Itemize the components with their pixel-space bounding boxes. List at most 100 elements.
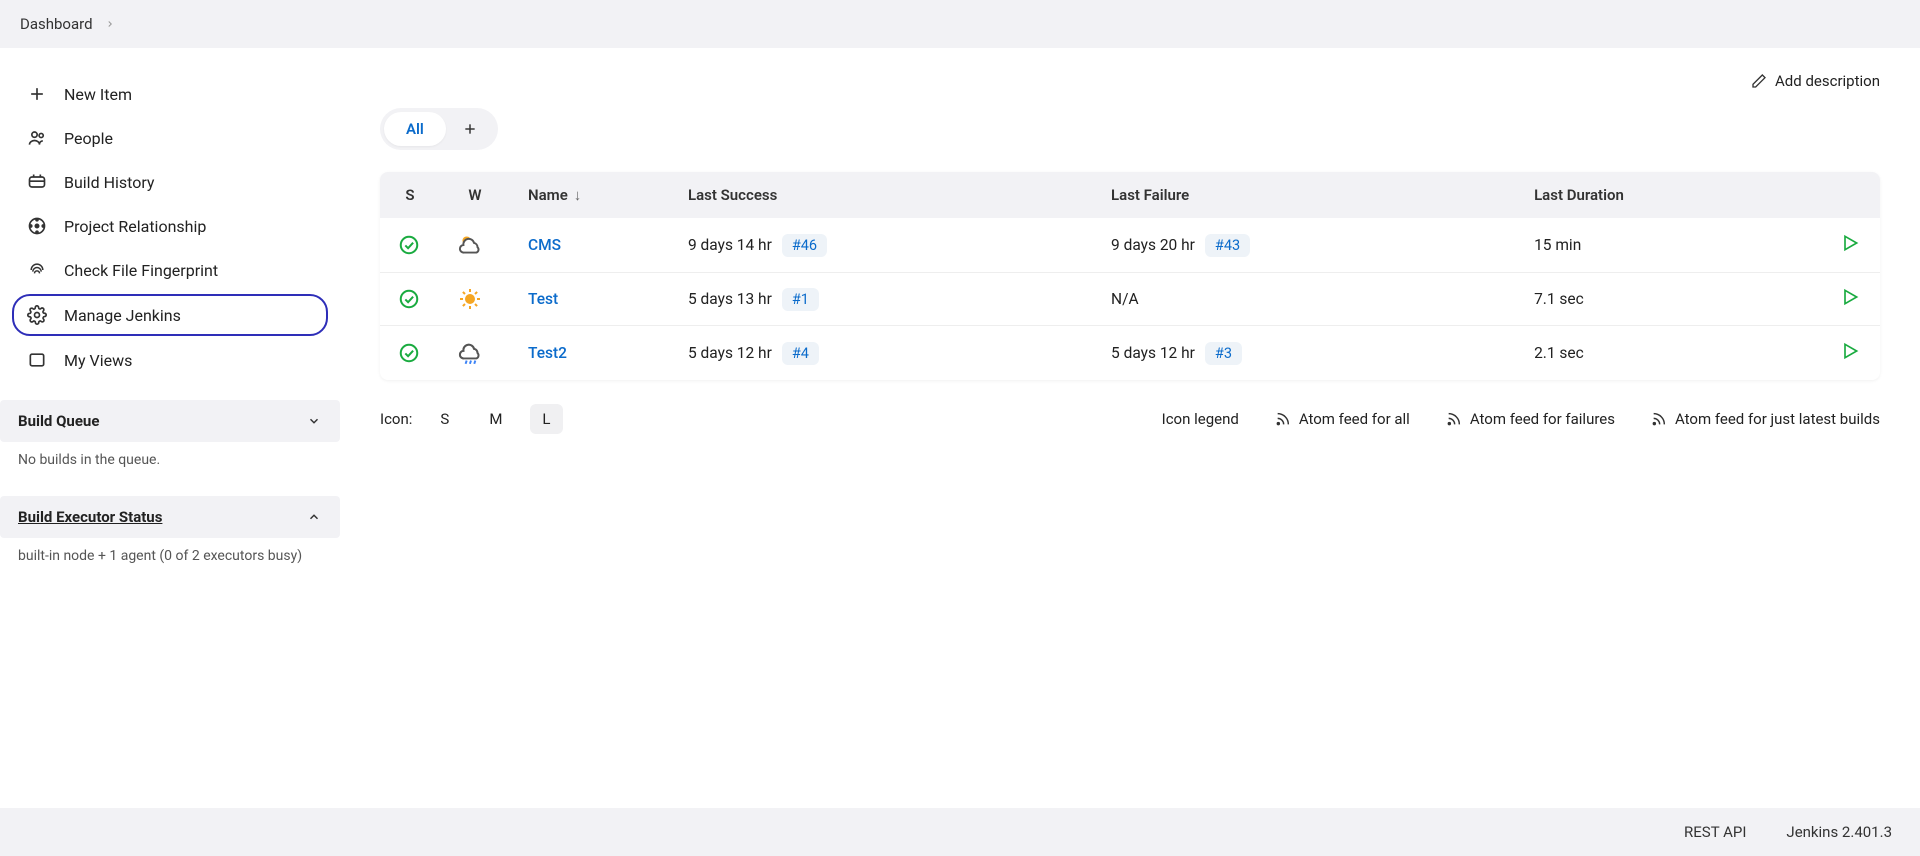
th-last-duration[interactable]: Last Duration (1516, 172, 1820, 218)
weather-partly-cloudy-icon (458, 232, 492, 258)
table-row: Test2 5 days 12 hr #4 5 days 12 hr #3 2.1 … (380, 326, 1880, 380)
table-row: CMS 9 days 14 hr #46 9 days 20 hr #43 15 m… (380, 218, 1880, 273)
sidebar: New Item People Build History Project Re… (0, 48, 340, 808)
icon-size-label: Icon: (380, 410, 412, 428)
main-content: Add description All S W Name↓ Last Succe… (340, 48, 1920, 808)
table-row: Test 5 days 13 hr #1 N/A 7.1 sec (380, 273, 1880, 326)
th-status[interactable]: S (380, 172, 440, 218)
sidebar-item-label: New Item (64, 85, 132, 104)
plus-icon (462, 121, 478, 137)
sidebar-item-check-fingerprint[interactable]: Check File Fingerprint (12, 248, 328, 292)
history-icon (26, 171, 48, 193)
th-last-success[interactable]: Last Success (670, 172, 1093, 218)
th-name[interactable]: Name↓ (510, 172, 670, 218)
sidebar-item-project-relationship[interactable]: Project Relationship (12, 204, 328, 248)
last-failure-badge[interactable]: #43 (1205, 234, 1250, 257)
duration: 15 min (1534, 236, 1581, 254)
add-description-link[interactable]: Add description (1751, 72, 1880, 90)
job-name-link[interactable]: Test2 (528, 344, 567, 362)
weather-rainy-icon (458, 340, 492, 366)
icon-size-s[interactable]: S (428, 404, 461, 434)
edit-icon (1751, 73, 1767, 89)
chevron-right-icon (105, 19, 115, 29)
feed-label: Atom feed for all (1299, 410, 1410, 428)
sort-arrow-icon: ↓ (574, 186, 582, 204)
panel-title: Build Queue (18, 412, 99, 430)
status-success-icon (398, 288, 422, 310)
status-success-icon (398, 234, 422, 256)
build-queue-header[interactable]: Build Queue (0, 400, 340, 442)
th-last-failure[interactable]: Last Failure (1093, 172, 1516, 218)
panel-title: Build Executor Status (18, 508, 162, 526)
sidebar-item-label: Manage Jenkins (64, 306, 181, 325)
tab-all[interactable]: All (384, 112, 446, 146)
th-actions (1820, 172, 1880, 218)
executor-status-panel: Build Executor Status built-in node + 1 … (0, 496, 340, 574)
view-tabs: All (380, 108, 498, 150)
icon-legend-label: Icon legend (1162, 410, 1239, 428)
job-table: S W Name↓ Last Success Last Failure Last… (380, 172, 1880, 380)
executor-status-body: built-in node + 1 agent (0 of 2 executor… (0, 538, 340, 574)
last-failure-time: 5 days 12 hr (1111, 344, 1195, 362)
job-name-link[interactable]: Test (528, 290, 558, 308)
sidebar-item-manage-jenkins[interactable]: Manage Jenkins (12, 294, 328, 336)
sidebar-item-new-item[interactable]: New Item (12, 72, 328, 116)
last-success-time: 9 days 14 hr (688, 236, 772, 254)
chevron-up-icon (306, 509, 322, 525)
executor-status-header[interactable]: Build Executor Status (0, 496, 340, 538)
chevron-down-icon (306, 413, 322, 429)
gear-icon (26, 304, 48, 326)
add-description-label: Add description (1775, 72, 1880, 90)
views-icon (26, 349, 48, 371)
schedule-build-button[interactable] (1840, 233, 1860, 253)
build-queue-panel: Build Queue No builds in the queue. (0, 400, 340, 478)
last-failure-time: N/A (1111, 290, 1139, 308)
last-success-time: 5 days 12 hr (688, 344, 772, 362)
icon-size-m[interactable]: M (477, 404, 514, 434)
status-success-icon (398, 342, 422, 364)
duration: 7.1 sec (1534, 290, 1584, 308)
feed-label: Atom feed for just latest builds (1675, 410, 1880, 428)
last-failure-time: 9 days 20 hr (1111, 236, 1195, 254)
tab-add-view[interactable] (446, 113, 494, 145)
weather-sunny-icon (458, 287, 492, 311)
last-success-badge[interactable]: #4 (782, 342, 819, 365)
page-footer: REST API Jenkins 2.401.3 (0, 808, 1920, 856)
atom-feed-latest[interactable]: Atom feed for just latest builds (1651, 410, 1880, 428)
duration: 2.1 sec (1534, 344, 1584, 362)
rss-icon (1446, 411, 1462, 427)
build-queue-body: No builds in the queue. (0, 442, 340, 478)
breadcrumb-root[interactable]: Dashboard (20, 15, 93, 33)
rss-icon (1651, 411, 1667, 427)
table-footer: Icon: S M L Icon legend Atom feed for al… (380, 404, 1880, 434)
sidebar-item-label: Project Relationship (64, 217, 206, 236)
people-icon (26, 127, 48, 149)
sidebar-item-label: People (64, 129, 113, 148)
schedule-build-button[interactable] (1840, 287, 1860, 307)
job-name-link[interactable]: CMS (528, 236, 561, 254)
icon-size-l[interactable]: L (530, 404, 562, 434)
last-failure-badge[interactable]: #3 (1205, 342, 1242, 365)
sidebar-item-build-history[interactable]: Build History (12, 160, 328, 204)
relationship-icon (26, 215, 48, 237)
last-success-badge[interactable]: #46 (782, 234, 827, 257)
feed-label: Atom feed for failures (1470, 410, 1615, 428)
sidebar-item-label: Build History (64, 173, 154, 192)
plus-icon (26, 83, 48, 105)
th-weather[interactable]: W (440, 172, 510, 218)
breadcrumb-bar: Dashboard (0, 0, 1920, 48)
rss-icon (1275, 411, 1291, 427)
last-success-badge[interactable]: #1 (782, 288, 819, 311)
fingerprint-icon (26, 259, 48, 281)
sidebar-item-label: My Views (64, 351, 132, 370)
last-success-time: 5 days 13 hr (688, 290, 772, 308)
atom-feed-all[interactable]: Atom feed for all (1275, 410, 1410, 428)
schedule-build-button[interactable] (1840, 341, 1860, 361)
rest-api-link[interactable]: REST API (1684, 823, 1746, 841)
sidebar-item-my-views[interactable]: My Views (12, 338, 328, 382)
sidebar-item-label: Check File Fingerprint (64, 261, 218, 280)
atom-feed-failures[interactable]: Atom feed for failures (1446, 410, 1615, 428)
sidebar-item-people[interactable]: People (12, 116, 328, 160)
jenkins-version: Jenkins 2.401.3 (1786, 823, 1892, 841)
icon-legend-link[interactable]: Icon legend (1162, 410, 1239, 428)
